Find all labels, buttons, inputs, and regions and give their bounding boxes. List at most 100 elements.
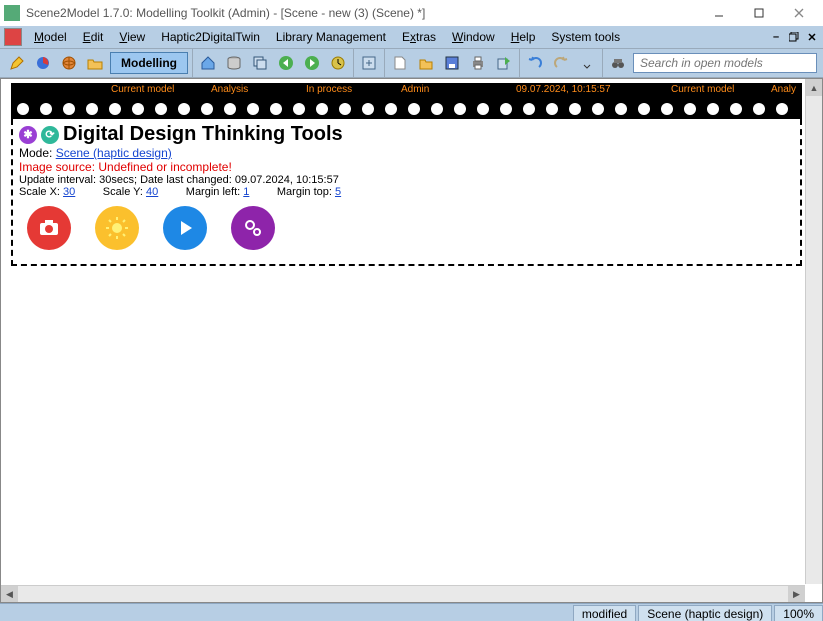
play-button[interactable]	[163, 206, 207, 250]
menu-help[interactable]: Help	[503, 28, 544, 46]
menu-haptic[interactable]: Haptic2DigitalTwin	[153, 28, 268, 46]
new-button[interactable]	[389, 52, 411, 74]
chevron-down-icon	[583, 55, 591, 71]
import-icon	[361, 55, 377, 71]
close-icon	[794, 8, 804, 18]
menu-library[interactable]: Library Management	[268, 28, 394, 46]
edit-pencil-button[interactable]	[6, 52, 28, 74]
windows-button[interactable]	[249, 52, 271, 74]
status-zoom[interactable]: 100%	[774, 605, 823, 621]
import-button[interactable]	[358, 52, 380, 74]
film-label: 09.07.2024, 10:15:57	[516, 84, 611, 95]
film-label: Analysis	[211, 84, 248, 95]
mdi-restore-button[interactable]	[787, 30, 801, 44]
undo-button[interactable]	[524, 52, 546, 74]
menu-bar: Model Edit View Haptic2DigitalTwin Libra…	[0, 26, 823, 48]
film-label: Analy	[771, 84, 796, 95]
arrow-right-circle-icon	[304, 55, 320, 71]
close-button[interactable]	[779, 0, 819, 26]
analysis-button[interactable]	[32, 52, 54, 74]
menu-model[interactable]: Model	[26, 28, 75, 46]
status-scene: Scene (haptic design)	[638, 605, 772, 621]
workspace: Current model Analysis In process Admin …	[0, 78, 823, 603]
clock-button[interactable]	[327, 52, 349, 74]
export-button[interactable]	[493, 52, 515, 74]
mode-link[interactable]: Scene (haptic design)	[56, 146, 172, 160]
model-canvas[interactable]: Current model Analysis In process Admin …	[11, 83, 802, 582]
menu-view[interactable]: View	[111, 28, 153, 46]
minimize-button[interactable]	[699, 0, 739, 26]
margintop-link[interactable]: 5	[335, 186, 341, 198]
redo-button[interactable]	[550, 52, 572, 74]
menu-window[interactable]: Window	[444, 28, 503, 46]
filmstrip-holes	[11, 103, 802, 115]
dropdown-toggle[interactable]	[576, 52, 598, 74]
mode-button[interactable]: Modelling	[110, 52, 188, 74]
window-controls	[699, 0, 819, 26]
film-label: In process	[306, 84, 352, 95]
search-button[interactable]	[607, 52, 629, 74]
globe-button[interactable]	[58, 52, 80, 74]
play-icon	[175, 218, 195, 238]
open-button[interactable]	[415, 52, 437, 74]
scroll-right-icon[interactable]: ▶	[788, 586, 805, 602]
menu-edit[interactable]: Edit	[75, 28, 112, 46]
forward-button[interactable]	[301, 52, 323, 74]
home-icon	[200, 55, 216, 71]
error-line: Image source: Undefined or incomplete!	[19, 160, 794, 174]
vertical-scrollbar[interactable]: ▲	[805, 79, 822, 584]
refresh-icon[interactable]: ⟳	[41, 126, 59, 144]
scaley-link[interactable]: 40	[146, 186, 158, 198]
mdi-close-button[interactable]: ✕	[805, 30, 819, 44]
gears-icon	[242, 217, 264, 239]
app-icon	[4, 5, 20, 21]
menu-system-tools[interactable]: System tools	[543, 28, 628, 46]
open-folder-button[interactable]	[84, 52, 106, 74]
capture-button[interactable]	[27, 206, 71, 250]
recenter-icon[interactable]: ✱	[19, 126, 37, 144]
minimize-icon	[714, 8, 724, 18]
action-buttons	[19, 198, 794, 254]
back-button[interactable]	[275, 52, 297, 74]
toolbar: Modelling	[0, 48, 823, 78]
title-bar: Scene2Model 1.7.0: Modelling Toolkit (Ad…	[0, 0, 823, 26]
folder-open-icon	[87, 55, 103, 71]
save-icon	[444, 55, 460, 71]
binoculars-icon	[610, 55, 626, 71]
settings-button[interactable]	[231, 206, 275, 250]
brightness-button[interactable]	[95, 206, 139, 250]
film-label: Admin	[401, 84, 429, 95]
status-bar: modified Scene (haptic design) 100%	[0, 603, 823, 621]
scroll-up-icon[interactable]: ▲	[806, 79, 822, 96]
horizontal-scrollbar[interactable]: ◀ ▶	[1, 585, 805, 602]
database-icon	[226, 55, 242, 71]
globe-icon	[61, 55, 77, 71]
film-label: Current model	[111, 84, 174, 95]
document-title: Digital Design Thinking Tools	[63, 123, 343, 146]
mode-label: Modelling	[121, 56, 177, 70]
save-button[interactable]	[441, 52, 463, 74]
home-button[interactable]	[197, 52, 219, 74]
print-button[interactable]	[467, 52, 489, 74]
search-input[interactable]	[633, 53, 817, 73]
maximize-button[interactable]	[739, 0, 779, 26]
scroll-left-icon[interactable]: ◀	[1, 586, 18, 602]
camera-icon	[38, 217, 60, 239]
scalex-link[interactable]: 30	[63, 186, 75, 198]
menu-extras[interactable]: Extras	[394, 28, 444, 46]
marginleft-link[interactable]: 1	[243, 186, 249, 198]
mdi-minimize-button[interactable]: –	[769, 30, 783, 44]
export-icon	[496, 55, 512, 71]
new-file-icon	[392, 55, 408, 71]
mode-prefix: Mode:	[19, 146, 56, 160]
database-button[interactable]	[223, 52, 245, 74]
scale-line: Scale X: 30 Scale Y: 40 Margin left: 1 M…	[19, 186, 794, 198]
maximize-icon	[754, 8, 764, 18]
filmstrip-header: Current model Analysis In process Admin …	[11, 83, 802, 119]
clock-icon	[330, 55, 346, 71]
undo-icon	[527, 55, 543, 71]
film-label: Current model	[671, 84, 734, 95]
doc-icon[interactable]	[4, 28, 22, 46]
print-icon	[470, 55, 486, 71]
window-title: Scene2Model 1.7.0: Modelling Toolkit (Ad…	[26, 6, 699, 20]
